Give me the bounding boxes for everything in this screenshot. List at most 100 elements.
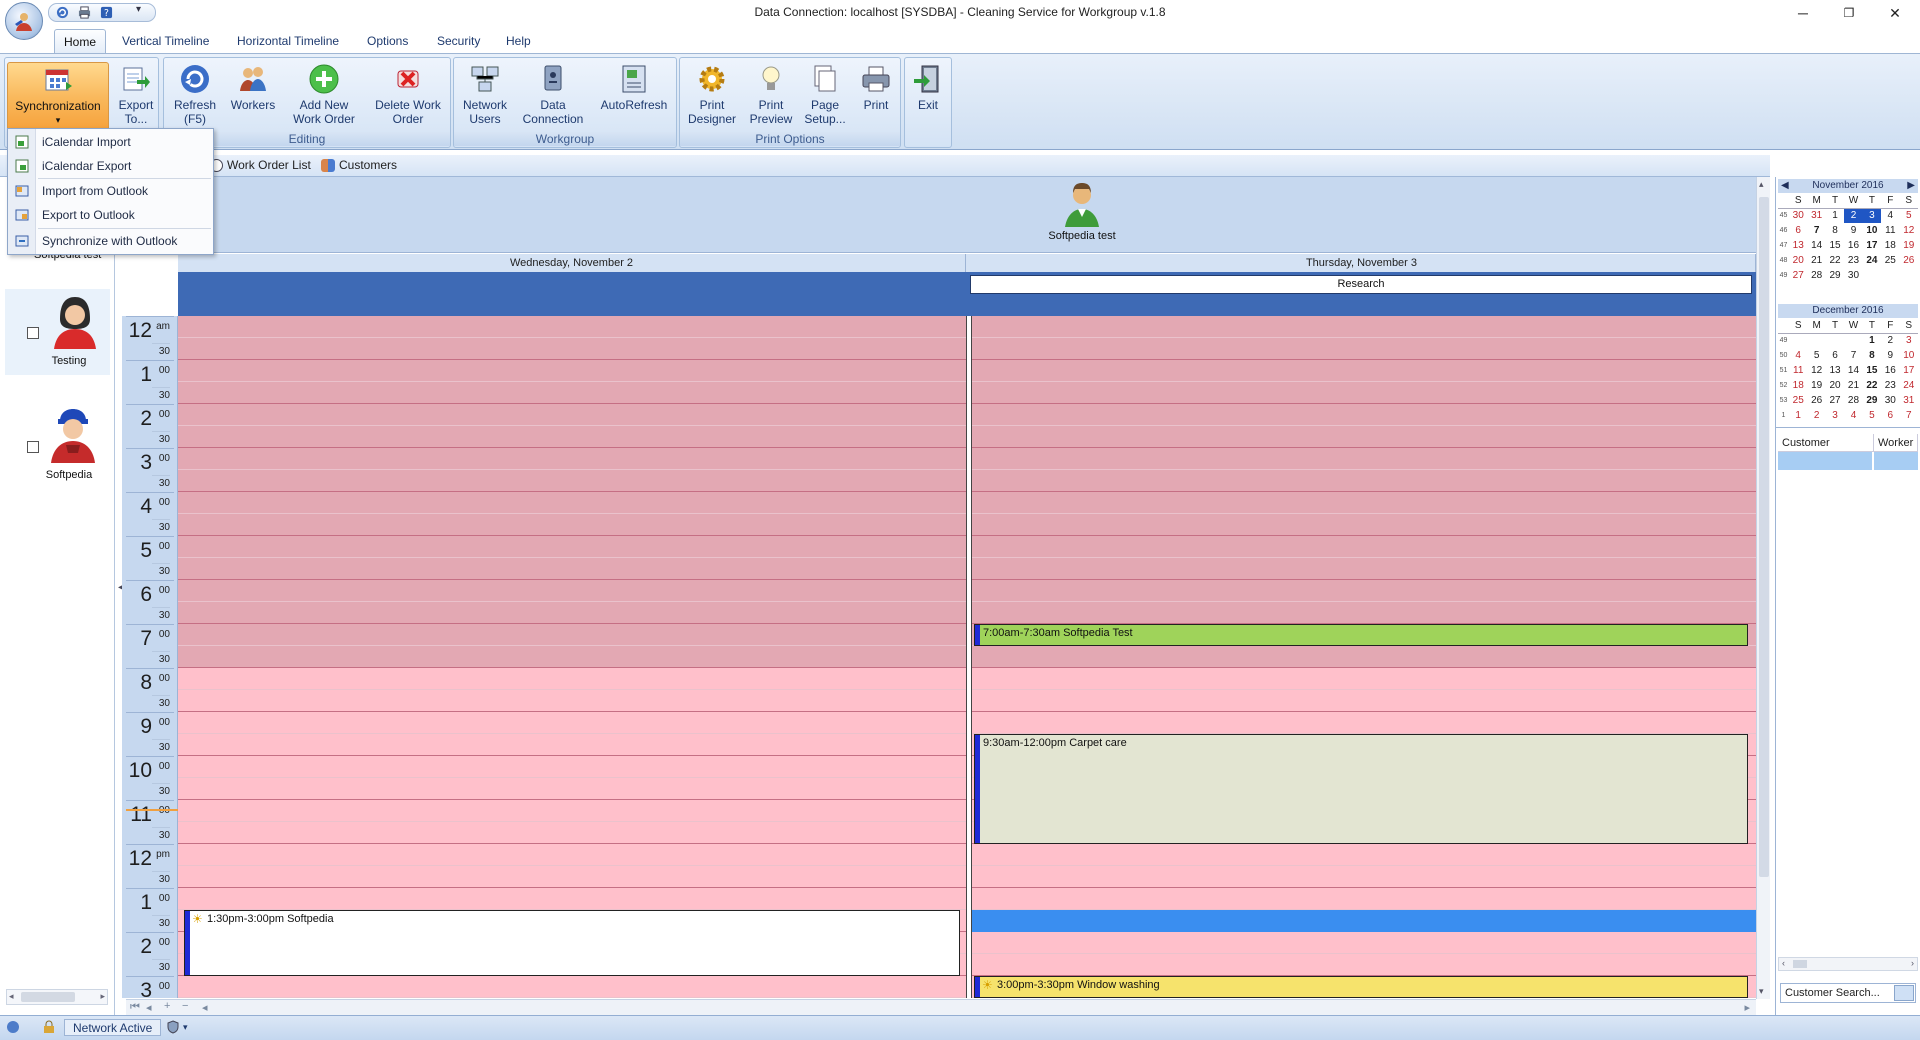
app-menu-button[interactable]	[5, 2, 43, 40]
calendar-day[interactable]: 8	[1826, 223, 1844, 238]
calendar-day[interactable]: 12	[1807, 363, 1825, 378]
export-button[interactable]: Export To...	[115, 62, 157, 126]
calendar-day[interactable]: 16	[1881, 363, 1899, 378]
time-slot[interactable]	[972, 580, 1756, 602]
calendar-day[interactable]: 26	[1900, 253, 1918, 268]
time-slot[interactable]	[178, 888, 966, 910]
time-slot[interactable]	[178, 514, 966, 536]
previous-icon[interactable]: ◂	[146, 1001, 152, 1014]
calendar-day[interactable]: 17	[1900, 363, 1918, 378]
tab-options[interactable]: Options	[358, 29, 417, 53]
close-button[interactable]: ✕	[1872, 0, 1918, 26]
work-order-list-tab[interactable]: Work Order List	[210, 158, 311, 172]
calendar-day[interactable]: 9	[1844, 223, 1862, 238]
tab-home[interactable]: Home	[54, 29, 107, 53]
worker-testing-checkbox[interactable]	[27, 327, 39, 339]
scroll-left-nav-icon[interactable]: ◂	[202, 1001, 208, 1014]
menu-icalendar-export[interactable]: iCalendar Export	[8, 155, 213, 177]
selected-time-slot[interactable]	[972, 910, 1756, 932]
calendar-day[interactable]: 6	[1881, 408, 1899, 423]
page-setup-button[interactable]: Page Setup...	[800, 62, 850, 126]
time-slot[interactable]	[972, 668, 1756, 690]
time-slot[interactable]	[178, 382, 966, 404]
remove-record-icon[interactable]: −	[182, 1000, 188, 1012]
lock-icon[interactable]	[42, 1020, 56, 1034]
time-slot[interactable]	[972, 602, 1756, 624]
calendar-day[interactable]: 6	[1789, 223, 1807, 238]
workers-button[interactable]: Workers	[230, 62, 276, 112]
exit-button[interactable]: Exit	[909, 62, 947, 112]
time-slot[interactable]	[972, 448, 1756, 470]
time-slot[interactable]	[972, 536, 1756, 558]
calendar-day[interactable]: 24	[1900, 378, 1918, 393]
calendar-day[interactable]: 20	[1789, 253, 1807, 268]
workers-horizontal-scrollbar[interactable]: ◂ ▸	[6, 989, 108, 1005]
menu-synchronize-with-outlook[interactable]: Synchronize with Outlook	[8, 230, 213, 252]
table-row[interactable]	[1778, 452, 1872, 470]
calendar-day[interactable]: 7	[1807, 223, 1825, 238]
time-slot[interactable]	[972, 492, 1756, 514]
menu-import-from-outlook[interactable]: Import from Outlook	[8, 180, 213, 202]
calendar-day[interactable]: 1	[1826, 208, 1844, 223]
day-column-wed[interactable]	[178, 316, 966, 998]
time-slot[interactable]	[178, 558, 966, 580]
time-slot[interactable]	[178, 602, 966, 624]
time-slot[interactable]	[178, 492, 966, 514]
calendar-day[interactable]: 28	[1807, 268, 1825, 283]
print-designer-button[interactable]: Print Designer	[684, 62, 740, 126]
time-slot[interactable]	[178, 580, 966, 602]
shield-icon[interactable]: ▾	[166, 1020, 188, 1034]
add-record-icon[interactable]: +	[164, 1000, 170, 1012]
calendar-day[interactable]: 27	[1789, 268, 1807, 283]
calendar-day[interactable]: 15	[1863, 363, 1881, 378]
time-slot[interactable]	[972, 514, 1756, 536]
time-slot[interactable]	[178, 668, 966, 690]
time-slot[interactable]	[178, 470, 966, 492]
customer-search-input[interactable]: Customer Search...	[1780, 983, 1916, 1003]
calendar-day[interactable]: 26	[1807, 393, 1825, 408]
calendar-day[interactable]: 4	[1789, 348, 1807, 363]
time-slot[interactable]	[178, 360, 966, 382]
calendar-day[interactable]: 12	[1900, 223, 1918, 238]
calendar-day[interactable]: 30	[1844, 268, 1862, 283]
calendar-day[interactable]: 16	[1844, 238, 1862, 253]
tab-vertical-timeline[interactable]: Vertical Timeline	[113, 29, 218, 53]
calendar-day[interactable]: 10	[1863, 223, 1881, 238]
time-slot[interactable]	[178, 756, 966, 778]
calendar-day[interactable]: 19	[1807, 378, 1825, 393]
calendar-day[interactable]: 17	[1863, 238, 1881, 253]
time-slot[interactable]	[178, 822, 966, 844]
vscroll-thumb[interactable]	[1759, 197, 1769, 877]
calendar-day[interactable]: 22	[1826, 253, 1844, 268]
menu-icalendar-import[interactable]: iCalendar Import	[8, 131, 213, 153]
calendar-day[interactable]: 18	[1881, 238, 1899, 253]
calendar-day[interactable]: 20	[1826, 378, 1844, 393]
customers-tab[interactable]: Customers	[321, 158, 397, 172]
calendar-day[interactable]: 4	[1844, 408, 1862, 423]
appointment[interactable]: ☀ 1:30pm-3:00pm Softpedia	[184, 910, 960, 976]
scrollbar-thumb[interactable]	[21, 992, 75, 1002]
col-customer-header[interactable]: Customer	[1778, 434, 1874, 452]
next-month-icon[interactable]: ▶	[1907, 179, 1915, 193]
time-slot[interactable]	[972, 646, 1756, 668]
day-column-thu[interactable]	[972, 316, 1756, 998]
time-slot[interactable]	[178, 976, 966, 998]
calendar-day[interactable]: 5	[1807, 348, 1825, 363]
calendar-day[interactable]: 24	[1863, 253, 1881, 268]
time-slot[interactable]	[972, 426, 1756, 448]
time-slot[interactable]	[178, 448, 966, 470]
time-slot[interactable]	[972, 360, 1756, 382]
time-slot[interactable]	[972, 712, 1756, 734]
calendar-day[interactable]: 4	[1881, 208, 1899, 223]
appointment[interactable]: ☀ 3:00pm-3:30pm Window washing	[974, 976, 1748, 998]
calendar-day[interactable]: 29	[1863, 393, 1881, 408]
calendar-day[interactable]: 27	[1826, 393, 1844, 408]
calendar-day[interactable]: 2	[1844, 208, 1863, 223]
calendar-day[interactable]: 13	[1789, 238, 1807, 253]
calendar-day[interactable]: 13	[1826, 363, 1844, 378]
time-slot[interactable]	[178, 646, 966, 668]
prev-month-icon[interactable]: ◀	[1781, 179, 1789, 193]
day-header-wed[interactable]: Wednesday, November 2	[178, 254, 966, 272]
tab-security[interactable]: Security	[428, 29, 489, 53]
calendar-day[interactable]: 7	[1844, 348, 1862, 363]
